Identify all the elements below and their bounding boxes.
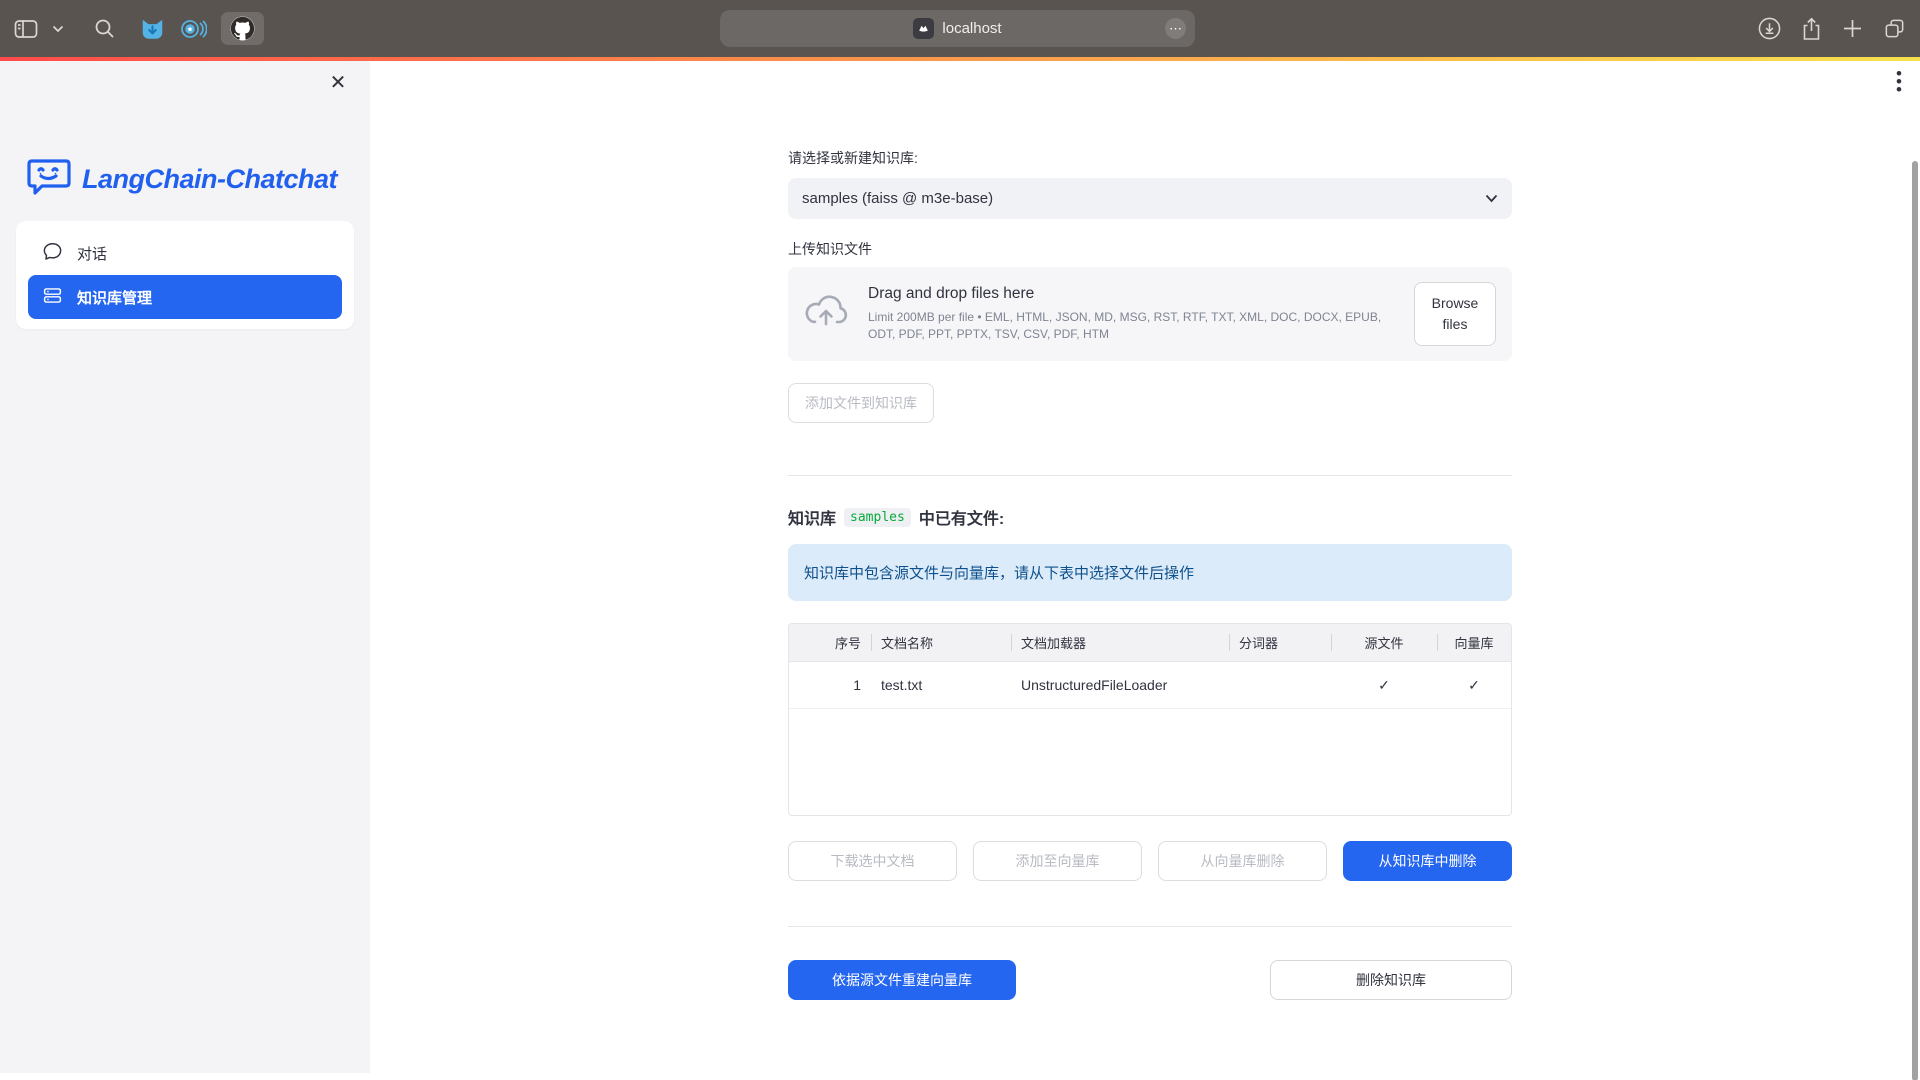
delete-from-vectorstore-button[interactable]: 从向量库删除 <box>1158 841 1327 881</box>
kb-select[interactable]: samples (faiss @ m3e-base) <box>788 178 1512 219</box>
share-icon[interactable] <box>1801 17 1822 41</box>
chevron-down-icon <box>1485 190 1498 208</box>
cell-no: 1 <box>789 662 871 708</box>
screen: localhost ⋯ <box>0 0 1920 1080</box>
download-selected-button[interactable]: 下载选中文档 <box>788 841 957 881</box>
main-area: ••• 请选择或新建知识库: samples (faiss @ m3e-base… <box>370 61 1920 1080</box>
dropzone-limit: Limit 200MB per file • EML, HTML, JSON, … <box>868 309 1388 344</box>
kb-heading-suffix: 中已有文件: <box>919 505 1004 529</box>
sidebar-toggle-icon[interactable] <box>14 19 38 39</box>
cell-source-check: ✓ <box>1331 662 1437 708</box>
file-actions: 下载选中文档 添加至向量库 从向量库删除 从知识库中删除 <box>788 841 1512 881</box>
col-header-name[interactable]: 文档名称 <box>871 624 1011 661</box>
col-header-loader[interactable]: 文档加载器 <box>1011 624 1229 661</box>
circles-extension-icon[interactable] <box>180 17 207 41</box>
cloud-upload-icon <box>804 294 848 335</box>
divider <box>788 475 1512 476</box>
search-icon[interactable] <box>94 18 115 39</box>
add-to-vectorstore-button[interactable]: 添加至向量库 <box>973 841 1142 881</box>
info-alert-text: 知识库中包含源文件与向量库，请从下表中选择文件后操作 <box>804 562 1194 583</box>
table-row[interactable]: 1 test.txt UnstructuredFileLoader ✓ ✓ <box>789 662 1511 709</box>
site-favicon <box>913 18 934 39</box>
logo-text: LangChain-Chatchat <box>82 164 337 195</box>
table-header-row: 序号 文档名称 文档加载器 分词器 源文件 向量库 <box>789 624 1511 662</box>
url-bar[interactable]: localhost ⋯ <box>720 10 1195 47</box>
kb-files-heading: 知识库 samples 中已有文件: <box>788 505 1512 529</box>
download-icon[interactable] <box>1758 17 1781 40</box>
divider <box>788 926 1512 927</box>
upload-label: 上传知识文件 <box>788 239 1512 259</box>
database-icon <box>42 285 63 310</box>
chat-bubble-icon <box>42 241 63 266</box>
col-header-vector[interactable]: 向量库 <box>1437 624 1511 661</box>
file-dropzone[interactable]: Drag and drop files here Limit 200MB per… <box>788 267 1512 361</box>
sidebar-item-label: 对话 <box>77 243 107 264</box>
info-alert: 知识库中包含源文件与向量库，请从下表中选择文件后操作 <box>788 544 1512 601</box>
cat-extension-icon[interactable] <box>139 16 166 42</box>
col-header-source[interactable]: 源文件 <box>1331 624 1437 661</box>
main-menu-icon[interactable]: ••• <box>1896 70 1902 94</box>
col-header-splitter[interactable]: 分词器 <box>1229 624 1331 661</box>
kb-name-code: samples <box>844 508 911 527</box>
app-logo: LangChain-Chatchat <box>26 157 337 202</box>
tabs-overview-icon[interactable] <box>1883 17 1906 40</box>
kb-heading-prefix: 知识库 <box>788 505 836 529</box>
sidebar-nav: 对话 知识库管理 <box>16 221 354 329</box>
content-column: 请选择或新建知识库: samples (faiss @ m3e-base) 上传… <box>788 61 1512 1000</box>
sidebar-item-chat[interactable]: 对话 <box>28 231 342 275</box>
url-more-icon[interactable]: ⋯ <box>1165 18 1186 39</box>
sidebar-item-kb-management[interactable]: 知识库管理 <box>28 275 342 319</box>
col-header-no[interactable]: 序号 <box>789 624 871 661</box>
new-tab-icon[interactable] <box>1842 18 1863 39</box>
chevron-down-icon[interactable] <box>52 25 64 33</box>
browse-files-button[interactable]: Browse files <box>1414 282 1496 346</box>
cell-splitter <box>1229 662 1331 708</box>
cell-loader: UnstructuredFileLoader <box>1011 662 1229 708</box>
rebuild-vectorstore-button[interactable]: 依据源文件重建向量库 <box>788 960 1016 1000</box>
close-icon[interactable]: ✕ <box>326 71 350 95</box>
github-extension-icon[interactable] <box>221 12 264 45</box>
kb-files-table[interactable]: 序号 文档名称 文档加载器 分词器 源文件 向量库 1 test.txt Uns… <box>788 623 1512 816</box>
sidebar-item-label: 知识库管理 <box>77 287 152 308</box>
delete-from-kb-button[interactable]: 从知识库中删除 <box>1343 841 1512 881</box>
kb-global-actions: 依据源文件重建向量库 删除知识库 <box>788 960 1512 1000</box>
dropzone-title: Drag and drop files here <box>868 285 1414 303</box>
cell-name: test.txt <box>871 662 1011 708</box>
kb-select-label: 请选择或新建知识库: <box>788 148 1512 168</box>
url-text: localhost <box>942 20 1001 37</box>
cell-vector-check: ✓ <box>1437 662 1511 708</box>
sidebar: ✕ LangChain-Chatchat 对话 <box>0 61 370 1073</box>
scrollbar[interactable] <box>1912 161 1918 1080</box>
logo-chat-bubble-icon <box>26 157 72 202</box>
browser-toolbar: localhost ⋯ <box>0 0 1920 57</box>
delete-kb-button[interactable]: 删除知识库 <box>1270 960 1512 1000</box>
add-files-to-kb-button[interactable]: 添加文件到知识库 <box>788 383 934 423</box>
kb-select-value: samples (faiss @ m3e-base) <box>802 190 1485 207</box>
